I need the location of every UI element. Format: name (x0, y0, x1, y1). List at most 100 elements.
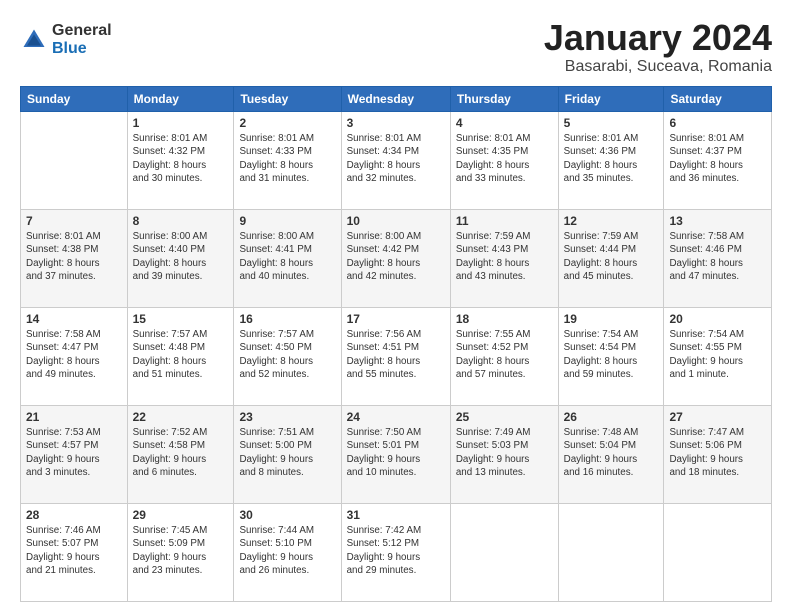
day-detail: Sunrise: 8:00 AM Sunset: 4:42 PM Dayligh… (347, 230, 445, 284)
calendar-week-row: 28 Sunrise: 7:46 AM Sunset: 5:07 PM Dayli… (21, 503, 772, 601)
day-detail: Sunrise: 7:54 AM Sunset: 4:54 PM Dayligh… (564, 328, 659, 382)
day-detail: Sunrise: 8:01 AM Sunset: 4:37 PM Dayligh… (669, 132, 766, 186)
calendar-cell: 28 Sunrise: 7:46 AM Sunset: 5:07 PM Dayli… (21, 503, 128, 601)
calendar-cell: 12Sunrise: 7:59 AM Sunset: 4:44 PM Dayli… (558, 209, 664, 307)
calendar-cell: 8Sunrise: 8:00 AM Sunset: 4:40 PM Daylig… (127, 209, 234, 307)
calendar-cell: 25 Sunrise: 7:49 AM Sunset: 5:03 PM Dayli… (450, 405, 558, 503)
day-detail: Sunrise: 8:01 AM Sunset: 4:38 PM Dayligh… (26, 230, 122, 284)
day-number: 21 (26, 410, 122, 424)
day-detail: Sunrise: 7:53 AM Sunset: 4:57 PM Dayligh… (26, 426, 122, 480)
day-number: 3 (347, 116, 445, 130)
day-detail: Sunrise: 7:45 AM Sunset: 5:09 PM Dayligh… (133, 524, 229, 578)
logo-general-text: General (52, 22, 112, 40)
calendar-cell: 30 Sunrise: 7:44 AM Sunset: 5:10 PM Dayli… (234, 503, 341, 601)
day-number: 24 (347, 410, 445, 424)
calendar-cell: 13 Sunrise: 7:58 AM Sunset: 4:46 PM Dayli… (664, 209, 772, 307)
day-detail: Sunrise: 8:01 AM Sunset: 4:36 PM Dayligh… (564, 132, 659, 186)
calendar-cell: 23 Sunrise: 7:51 AM Sunset: 5:00 PM Dayli… (234, 405, 341, 503)
calendar-cell (664, 503, 772, 601)
day-number: 16 (239, 312, 335, 326)
calendar-cell: 10 Sunrise: 8:00 AM Sunset: 4:42 PM Dayli… (341, 209, 450, 307)
calendar-cell: 6Sunrise: 8:01 AM Sunset: 4:37 PM Daylig… (664, 111, 772, 209)
day-number: 8 (133, 214, 229, 228)
calendar-cell: 14 Sunrise: 7:58 AM Sunset: 4:47 PM Dayli… (21, 307, 128, 405)
day-detail: Sunrise: 7:49 AM Sunset: 5:03 PM Dayligh… (456, 426, 553, 480)
calendar-cell: 17Sunrise: 7:56 AM Sunset: 4:51 PM Dayli… (341, 307, 450, 405)
day-detail: Sunrise: 7:51 AM Sunset: 5:00 PM Dayligh… (239, 426, 335, 480)
calendar-cell (558, 503, 664, 601)
calendar-cell: 3Sunrise: 8:01 AM Sunset: 4:34 PM Daylig… (341, 111, 450, 209)
day-number: 10 (347, 214, 445, 228)
day-number: 26 (564, 410, 659, 424)
logo-blue-text: Blue (52, 40, 112, 58)
calendar-cell: 4 Sunrise: 8:01 AM Sunset: 4:35 PM Daylig… (450, 111, 558, 209)
calendar-cell: 11 Sunrise: 7:59 AM Sunset: 4:43 PM Dayli… (450, 209, 558, 307)
day-detail: Sunrise: 8:00 AM Sunset: 4:41 PM Dayligh… (239, 230, 335, 284)
day-number: 7 (26, 214, 122, 228)
day-number: 13 (669, 214, 766, 228)
day-number: 22 (133, 410, 229, 424)
day-detail: Sunrise: 7:55 AM Sunset: 4:52 PM Dayligh… (456, 328, 553, 382)
day-number: 30 (239, 508, 335, 522)
day-detail: Sunrise: 7:47 AM Sunset: 5:06 PM Dayligh… (669, 426, 766, 480)
day-detail: Sunrise: 7:57 AM Sunset: 4:48 PM Dayligh… (133, 328, 229, 382)
calendar-week-row: 21 Sunrise: 7:53 AM Sunset: 4:57 PM Dayli… (21, 405, 772, 503)
day-detail: Sunrise: 7:42 AM Sunset: 5:12 PM Dayligh… (347, 524, 445, 578)
calendar-day-header: Sunday (21, 86, 128, 111)
calendar-cell (450, 503, 558, 601)
title-section: January 2024 Basarabi, Suceava, Romania (544, 18, 772, 76)
day-number: 27 (669, 410, 766, 424)
day-detail: Sunrise: 8:01 AM Sunset: 4:32 PM Dayligh… (133, 132, 229, 186)
calendar-cell: 27 Sunrise: 7:47 AM Sunset: 5:06 PM Dayli… (664, 405, 772, 503)
day-number: 4 (456, 116, 553, 130)
day-number: 29 (133, 508, 229, 522)
header: General Blue January 2024 Basarabi, Suce… (20, 18, 772, 76)
calendar-cell: 1Sunrise: 8:01 AM Sunset: 4:32 PM Daylig… (127, 111, 234, 209)
calendar-cell: 9Sunrise: 8:00 AM Sunset: 4:41 PM Daylig… (234, 209, 341, 307)
calendar-day-header: Thursday (450, 86, 558, 111)
calendar-day-header: Saturday (664, 86, 772, 111)
day-detail: Sunrise: 7:50 AM Sunset: 5:01 PM Dayligh… (347, 426, 445, 480)
calendar-cell: 26Sunrise: 7:48 AM Sunset: 5:04 PM Dayli… (558, 405, 664, 503)
calendar-cell: 21 Sunrise: 7:53 AM Sunset: 4:57 PM Dayli… (21, 405, 128, 503)
day-detail: Sunrise: 7:57 AM Sunset: 4:50 PM Dayligh… (239, 328, 335, 382)
calendar-week-row: 14 Sunrise: 7:58 AM Sunset: 4:47 PM Dayli… (21, 307, 772, 405)
calendar-day-header: Tuesday (234, 86, 341, 111)
calendar-cell: 5Sunrise: 8:01 AM Sunset: 4:36 PM Daylig… (558, 111, 664, 209)
calendar-day-header: Wednesday (341, 86, 450, 111)
logo: General Blue (20, 22, 112, 57)
calendar-cell: 2Sunrise: 8:01 AM Sunset: 4:33 PM Daylig… (234, 111, 341, 209)
logo-icon (20, 26, 48, 54)
page-title: January 2024 (544, 18, 772, 58)
calendar-cell (21, 111, 128, 209)
day-number: 25 (456, 410, 553, 424)
day-number: 23 (239, 410, 335, 424)
day-number: 11 (456, 214, 553, 228)
calendar-day-header: Monday (127, 86, 234, 111)
calendar-header-row: SundayMondayTuesdayWednesdayThursdayFrid… (21, 86, 772, 111)
day-number: 28 (26, 508, 122, 522)
day-number: 2 (239, 116, 335, 130)
day-number: 20 (669, 312, 766, 326)
day-detail: Sunrise: 7:52 AM Sunset: 4:58 PM Dayligh… (133, 426, 229, 480)
calendar-table: SundayMondayTuesdayWednesdayThursdayFrid… (20, 86, 772, 602)
logo-text: General Blue (52, 22, 112, 57)
calendar-cell: 18 Sunrise: 7:55 AM Sunset: 4:52 PM Dayli… (450, 307, 558, 405)
day-detail: Sunrise: 7:44 AM Sunset: 5:10 PM Dayligh… (239, 524, 335, 578)
day-number: 19 (564, 312, 659, 326)
calendar-cell: 29 Sunrise: 7:45 AM Sunset: 5:09 PM Dayli… (127, 503, 234, 601)
day-detail: Sunrise: 7:58 AM Sunset: 4:47 PM Dayligh… (26, 328, 122, 382)
day-number: 18 (456, 312, 553, 326)
page-subtitle: Basarabi, Suceava, Romania (544, 58, 772, 76)
day-detail: Sunrise: 7:59 AM Sunset: 4:43 PM Dayligh… (456, 230, 553, 284)
calendar-week-row: 7 Sunrise: 8:01 AM Sunset: 4:38 PM Daylig… (21, 209, 772, 307)
day-number: 12 (564, 214, 659, 228)
calendar-week-row: 1Sunrise: 8:01 AM Sunset: 4:32 PM Daylig… (21, 111, 772, 209)
day-detail: Sunrise: 7:46 AM Sunset: 5:07 PM Dayligh… (26, 524, 122, 578)
day-detail: Sunrise: 8:01 AM Sunset: 4:35 PM Dayligh… (456, 132, 553, 186)
day-detail: Sunrise: 7:58 AM Sunset: 4:46 PM Dayligh… (669, 230, 766, 284)
calendar-cell: 7 Sunrise: 8:01 AM Sunset: 4:38 PM Daylig… (21, 209, 128, 307)
day-number: 31 (347, 508, 445, 522)
day-number: 14 (26, 312, 122, 326)
day-number: 15 (133, 312, 229, 326)
